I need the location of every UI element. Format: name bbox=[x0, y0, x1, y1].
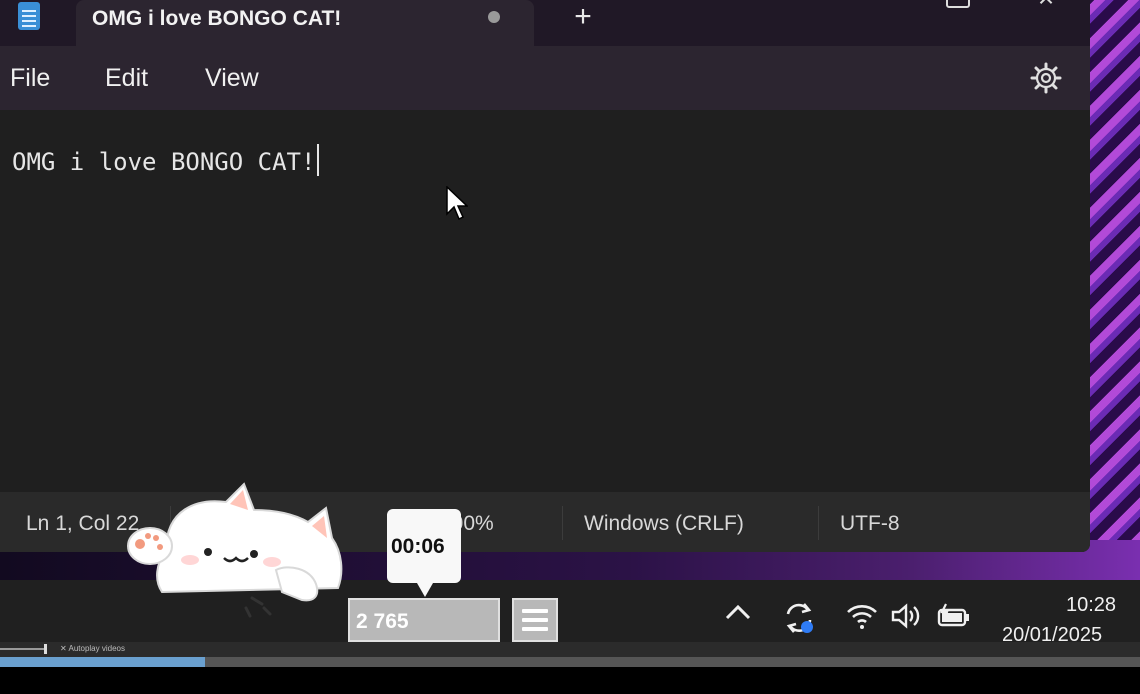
autoplay-toggle[interactable]: ✕ Autoplay videos bbox=[60, 644, 125, 653]
title-bar: OMG i love BONGO CAT! + × bbox=[0, 0, 1090, 46]
volume-slider-handle[interactable] bbox=[44, 644, 47, 654]
notepad-window: OMG i love BONGO CAT! + × File Edit View… bbox=[0, 0, 1090, 552]
battery-charging-icon[interactable] bbox=[936, 602, 972, 630]
editor-text-line: OMG i love BONGO CAT! bbox=[12, 148, 316, 176]
document-tab[interactable]: OMG i love BONGO CAT! bbox=[76, 0, 534, 46]
autoplay-label: Autoplay videos bbox=[68, 644, 125, 653]
menu-view[interactable]: View bbox=[205, 64, 259, 93]
mouse-pointer-icon bbox=[446, 186, 468, 221]
editor-content[interactable]: OMG i love BONGO CAT! bbox=[12, 144, 320, 176]
counter-value: 2 765 bbox=[356, 610, 409, 633]
line-ending[interactable]: Windows (CRLF) bbox=[584, 512, 744, 536]
volume-icon[interactable] bbox=[890, 602, 922, 630]
hamburger-line bbox=[522, 618, 548, 622]
text-caret bbox=[317, 144, 320, 176]
chevron-up-icon[interactable] bbox=[724, 602, 752, 622]
video-control-bar: ✕ Autoplay videos bbox=[0, 642, 1140, 667]
encoding[interactable]: UTF-8 bbox=[840, 512, 900, 536]
status-divider bbox=[818, 506, 819, 540]
keypress-counter: 2 765 bbox=[348, 598, 500, 642]
menu-file[interactable]: File bbox=[10, 64, 50, 93]
unsaved-dot-icon[interactable] bbox=[488, 11, 500, 23]
text-editor[interactable]: OMG i love BONGO CAT! bbox=[0, 110, 1090, 492]
gear-icon[interactable] bbox=[1030, 62, 1062, 94]
notepad-app-icon bbox=[18, 2, 40, 30]
hamburger-line bbox=[522, 609, 548, 613]
new-tab-button[interactable]: + bbox=[568, 0, 598, 34]
tab-title: OMG i love BONGO CAT! bbox=[92, 7, 342, 30]
cursor-position: Ln 1, Col 22 bbox=[26, 512, 140, 535]
video-progress-track[interactable] bbox=[205, 657, 1140, 667]
bongo-cat-icon bbox=[127, 482, 343, 618]
sync-icon[interactable] bbox=[782, 600, 816, 636]
menu-bar: File Edit View bbox=[0, 46, 1090, 110]
menu-edit[interactable]: Edit bbox=[105, 64, 148, 93]
maximize-button[interactable] bbox=[946, 0, 970, 8]
wifi-icon[interactable] bbox=[846, 602, 878, 630]
hamburger-line bbox=[522, 627, 548, 631]
timer-value: 00:06 bbox=[391, 535, 445, 558]
clock-time[interactable]: 10:28 bbox=[1066, 594, 1116, 617]
video-progress-played[interactable] bbox=[0, 657, 205, 667]
volume-slider[interactable] bbox=[0, 648, 46, 650]
counter-menu-button[interactable] bbox=[512, 598, 558, 642]
timer-bubble: 00:06 bbox=[387, 509, 461, 597]
close-window-button[interactable]: × bbox=[1032, 0, 1060, 12]
status-divider bbox=[562, 506, 563, 540]
